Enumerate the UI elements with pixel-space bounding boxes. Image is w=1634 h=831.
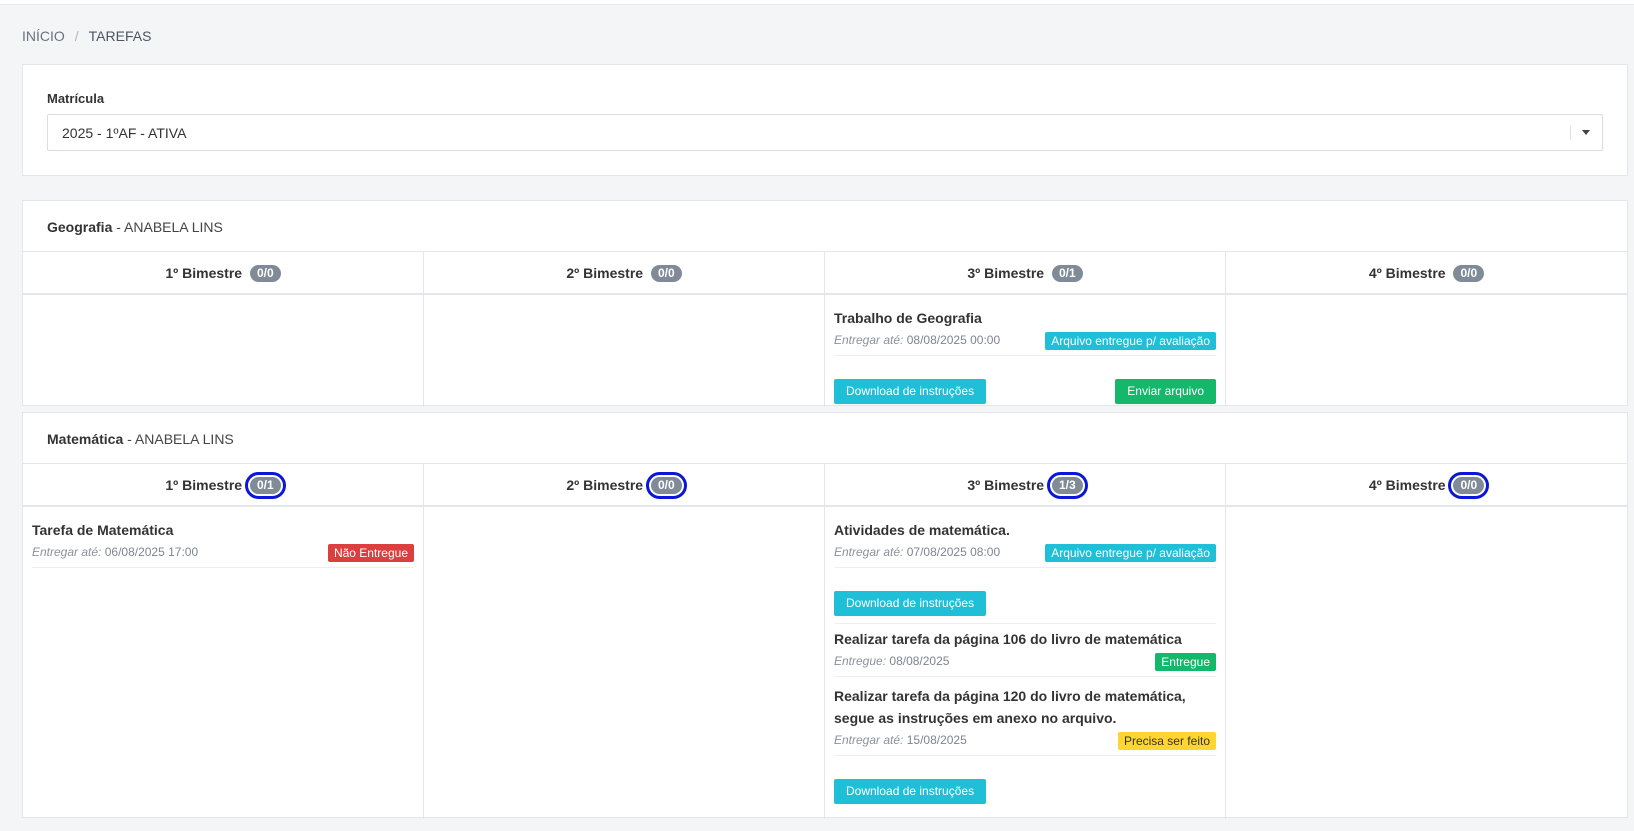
- subject-matematica: Matemática - ANABELA LINS 1º Bimestre 0/…: [22, 412, 1628, 819]
- status-badge: Arquivo entregue p/ avaliação: [1045, 332, 1216, 350]
- term-header: 1º Bimestre 0/1: [23, 463, 423, 507]
- enrollment-panel: Matrícula 2025 - 1ºAF - ATIVA: [22, 64, 1628, 176]
- subject-teacher: - ANABELA LINS: [116, 219, 223, 235]
- download-instructions-button[interactable]: Download de instruções: [834, 379, 987, 404]
- term-count-badge: 0/0: [249, 265, 281, 282]
- term-header: 3º Bimestre 1/3: [825, 463, 1225, 507]
- due-date: 08/08/2025: [889, 654, 950, 668]
- task-card: Atividades de matemática. Entregar até: …: [834, 519, 1216, 616]
- term-header: 1º Bimestre 0/0: [23, 251, 423, 295]
- term-count-badge: 1/3: [1047, 472, 1088, 499]
- subject-title: Geografia - ANABELA LINS: [47, 219, 223, 235]
- status-badge: Entregue: [1155, 653, 1216, 671]
- task-meta: Entregar até: 06/08/2025 17:00 Não Entre…: [32, 543, 414, 568]
- term-column: 1º Bimestre 0/1 Tarefa de Matemática Ent…: [23, 463, 424, 819]
- task-divider: [834, 623, 1216, 624]
- select-divider: [1570, 126, 1571, 140]
- term-header: 2º Bimestre 0/0: [424, 251, 824, 295]
- term-column: 4º Bimestre 0/0: [1226, 463, 1627, 819]
- term-column: 3º Bimestre 0/1 Trabalho de Geografia En…: [825, 251, 1226, 407]
- enrollment-label: Matrícula: [47, 91, 105, 106]
- term-count-badge: 0/0: [1448, 472, 1490, 499]
- due-label: Entregar até:: [834, 545, 904, 559]
- task-meta: Entregar até: 07/08/2025 08:00 Arquivo e…: [834, 543, 1216, 568]
- due-label: Entregar até:: [32, 545, 102, 559]
- task-title[interactable]: Atividades de matemática.: [834, 519, 1216, 541]
- term-header: 3º Bimestre 0/1: [825, 251, 1225, 295]
- task-title[interactable]: Trabalho de Geografia: [834, 307, 1216, 329]
- term-header: 4º Bimestre 0/0: [1226, 251, 1627, 295]
- subject-teacher: - ANABELA LINS: [127, 431, 234, 447]
- due-date: 08/08/2025 00:00: [906, 333, 1001, 347]
- task-meta: Entregue: 08/08/2025 Entregue: [834, 652, 1216, 677]
- task-meta: Entregar até: 08/08/2025 00:00 Arquivo e…: [834, 331, 1216, 356]
- due-label: Entregar até:: [834, 333, 904, 347]
- term-count-badge: 0/0: [646, 472, 687, 499]
- download-instructions-button[interactable]: Download de instruções: [834, 779, 987, 804]
- status-badge: Arquivo entregue p/ avaliação: [1045, 544, 1216, 562]
- due-date: 07/08/2025 08:00: [906, 545, 1001, 559]
- task-card: Realizar tarefa da página 120 do livro d…: [834, 685, 1216, 804]
- task-card: Realizar tarefa da página 106 do livro d…: [834, 628, 1216, 677]
- status-badge: Precisa ser feito: [1117, 732, 1216, 750]
- breadcrumb-separator: /: [74, 28, 79, 44]
- subject-geografia: Geografia - ANABELA LINS 1º Bimestre 0/0…: [22, 200, 1628, 407]
- task-card: Trabalho de Geografia Entregar até: 08/0…: [834, 307, 1216, 404]
- term-count-badge: 0/0: [650, 265, 682, 282]
- term-header: 2º Bimestre 0/0: [424, 463, 824, 507]
- task-meta: Entregar até: 15/08/2025 Precisa ser fei…: [834, 731, 1216, 756]
- task-title[interactable]: Realizar tarefa da página 120 do livro d…: [834, 685, 1216, 729]
- status-badge: Não Entregue: [327, 544, 414, 562]
- task-card: Tarefa de Matemática Entregar até: 06/08…: [32, 519, 414, 568]
- download-instructions-button[interactable]: Download de instruções: [834, 591, 987, 616]
- subject-name: Matemática: [47, 431, 124, 447]
- term-count-badge: 0/1: [1051, 265, 1083, 282]
- enrollment-select[interactable]: 2025 - 1ºAF - ATIVA: [47, 114, 1603, 151]
- breadcrumb-home[interactable]: INÍCIO: [22, 28, 65, 44]
- term-column: 3º Bimestre 1/3 Atividades de matemática…: [825, 463, 1226, 819]
- subject-title: Matemática - ANABELA LINS: [47, 431, 234, 447]
- due-label: Entregar até:: [834, 733, 904, 747]
- task-title[interactable]: Tarefa de Matemática: [32, 519, 414, 541]
- due-date: 15/08/2025: [906, 733, 967, 747]
- send-file-button[interactable]: Enviar arquivo: [1115, 379, 1216, 404]
- breadcrumb-current: TAREFAS: [88, 28, 152, 44]
- task-title[interactable]: Realizar tarefa da página 106 do livro d…: [834, 628, 1216, 650]
- breadcrumb: INÍCIO / TAREFAS: [22, 28, 151, 44]
- term-count-badge: 0/0: [1453, 265, 1485, 282]
- term-count-badge: 0/1: [245, 472, 286, 499]
- term-column: 2º Bimestre 0/0: [424, 463, 825, 819]
- term-column: 4º Bimestre 0/0: [1226, 251, 1627, 407]
- term-column: 1º Bimestre 0/0: [23, 251, 424, 407]
- due-label: Entregue:: [834, 654, 887, 668]
- term-column: 2º Bimestre 0/0: [424, 251, 825, 407]
- enrollment-selected-value: 2025 - 1ºAF - ATIVA: [62, 125, 187, 141]
- top-bar: [0, 0, 1634, 5]
- subject-name: Geografia: [47, 219, 113, 235]
- chevron-down-icon[interactable]: [1582, 130, 1590, 135]
- term-header: 4º Bimestre 0/0: [1226, 463, 1627, 507]
- due-date: 06/08/2025 17:00: [104, 545, 199, 559]
